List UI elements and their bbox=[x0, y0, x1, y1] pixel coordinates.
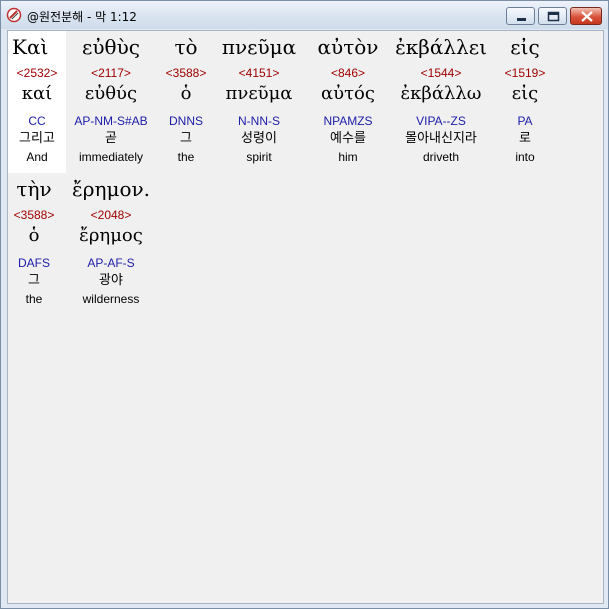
strong-number[interactable]: <846> bbox=[308, 66, 388, 80]
strong-number[interactable]: <2532> bbox=[8, 66, 66, 80]
strong-number[interactable]: <2048> bbox=[64, 208, 158, 222]
minimize-icon bbox=[517, 18, 526, 21]
lemma: πνεῦμα bbox=[225, 83, 293, 104]
word-column[interactable]: ἔρημον. <2048> ἔρημος AP-AF-S 광야 wildern… bbox=[64, 173, 158, 315]
interlinear-view[interactable]: Καὶ <2532> καί CC 그리고 And εὐθὺς <2117> ε… bbox=[7, 30, 604, 604]
word-column[interactable]: αὐτὸν <846> αὐτός NPAMZS 예수를 him bbox=[308, 31, 388, 173]
english-gloss: into bbox=[515, 150, 535, 164]
close-button[interactable] bbox=[570, 7, 602, 25]
korean-gloss: 그 bbox=[28, 273, 40, 288]
window-title: @원전분해 - 막 1:12 bbox=[27, 10, 137, 24]
korean-gloss: 로 bbox=[519, 131, 531, 146]
strong-number[interactable]: <1544> bbox=[392, 66, 490, 80]
parsing-code: NPAMZS bbox=[323, 114, 373, 128]
word-column[interactable]: πνεῦμα <4151> πνεῦμα N-NN-S 성령이 spirit bbox=[218, 31, 300, 173]
english-gloss: him bbox=[338, 150, 358, 164]
lemma: εἰς bbox=[511, 83, 539, 104]
english-gloss: spirit bbox=[246, 150, 272, 164]
strong-number[interactable]: <3588> bbox=[8, 208, 60, 222]
app-icon[interactable] bbox=[6, 7, 22, 23]
title-bar[interactable]: @원전분해 - 막 1:12 bbox=[1, 1, 608, 29]
strong-number[interactable]: <4151> bbox=[218, 66, 300, 80]
english-gloss: wilderness bbox=[82, 292, 140, 306]
word-column[interactable]: Καὶ <2532> καί CC 그리고 And bbox=[8, 31, 66, 173]
close-icon bbox=[581, 11, 593, 22]
lemma: ὁ bbox=[28, 225, 40, 246]
english-gloss: immediately bbox=[78, 150, 144, 164]
korean-gloss: 그리고 bbox=[19, 131, 55, 146]
greek-word: εἰς bbox=[510, 35, 540, 59]
greek-word: τὸ bbox=[174, 35, 198, 59]
parsing-code: VIPA--ZS bbox=[416, 114, 466, 128]
parsing-code: AP-AF-S bbox=[87, 256, 135, 270]
strong-number[interactable]: <1519> bbox=[496, 66, 554, 80]
parsing-code: PA bbox=[517, 114, 533, 128]
maximize-icon bbox=[547, 11, 560, 22]
word-column[interactable]: ἐκβάλλει <1544> ἐκβάλλω VIPA--ZS 몰아내신지라 … bbox=[392, 31, 490, 173]
lemma: εὐθύς bbox=[84, 83, 138, 104]
parsing-code: N-NN-S bbox=[238, 114, 280, 128]
greek-word: ἐκβάλλει bbox=[395, 35, 487, 59]
parsing-code: DAFS bbox=[17, 256, 50, 270]
english-gloss: driveth bbox=[422, 150, 460, 164]
english-gloss: And bbox=[26, 150, 48, 164]
strong-number[interactable]: <2117> bbox=[68, 66, 154, 80]
korean-gloss: 광야 bbox=[99, 273, 123, 288]
app-window: @원전분해 - 막 1:12 Καὶ <2532> καί CC 그리고 And… bbox=[0, 0, 609, 609]
korean-gloss: 성령이 bbox=[241, 131, 277, 146]
maximize-button[interactable] bbox=[538, 7, 567, 25]
parsing-code: DNNS bbox=[168, 114, 203, 128]
word-column[interactable]: εἰς <1519> εἰς PA 로 into bbox=[496, 31, 554, 173]
korean-gloss: 곧 bbox=[105, 131, 117, 146]
word-column[interactable]: τὴν <3588> ὁ DAFS 그 the bbox=[8, 173, 60, 315]
word-column[interactable]: εὐθὺς <2117> εὐθύς AP-NM-S#AB 곧 immediat… bbox=[68, 31, 154, 173]
parsing-code: AP-NM-S#AB bbox=[74, 114, 148, 128]
korean-gloss: 예수를 bbox=[330, 131, 366, 146]
lemma: καί bbox=[21, 83, 53, 104]
greek-word: Καὶ bbox=[12, 35, 49, 59]
english-gloss: the bbox=[25, 292, 43, 306]
strong-number[interactable]: <3588> bbox=[158, 66, 214, 80]
greek-word: εὐθὺς bbox=[82, 35, 140, 59]
minimize-button[interactable] bbox=[506, 7, 535, 25]
lemma: ἔρημος bbox=[79, 225, 143, 246]
word-column[interactable]: τὸ <3588> ὁ DNNS 그 the bbox=[158, 31, 214, 173]
greek-word: αὐτὸν bbox=[317, 35, 379, 59]
greek-word: τὴν bbox=[16, 177, 52, 201]
korean-gloss: 그 bbox=[180, 131, 192, 146]
lemma: αὐτός bbox=[321, 83, 375, 104]
lemma: ἐκβάλλω bbox=[400, 83, 482, 104]
english-gloss: the bbox=[177, 150, 195, 164]
parsing-code: CC bbox=[28, 114, 46, 128]
greek-word: πνεῦμα bbox=[221, 35, 297, 59]
lemma: ὁ bbox=[180, 83, 192, 104]
korean-gloss: 몰아내신지라 bbox=[405, 131, 477, 146]
greek-word: ἔρημον. bbox=[71, 177, 151, 201]
